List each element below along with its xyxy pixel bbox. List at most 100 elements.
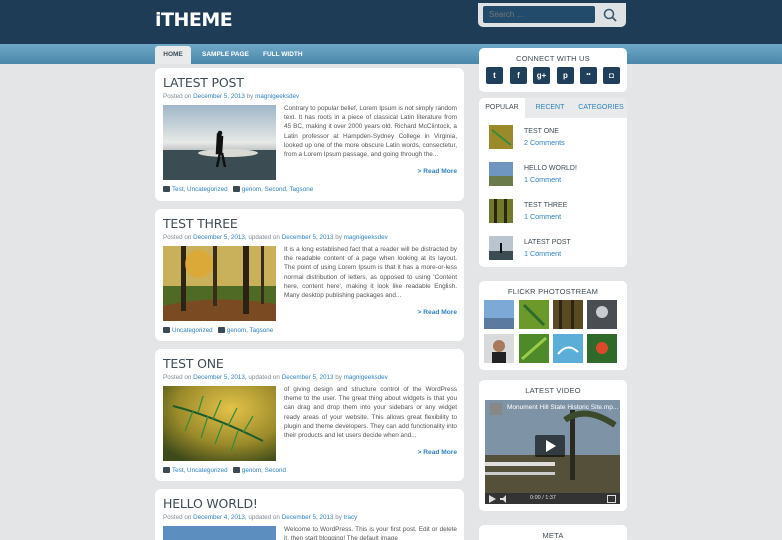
instagram-icon[interactable]: ◘ <box>603 67 620 84</box>
post-tags[interactable]: genom, Second <box>242 467 286 474</box>
flickr-photo[interactable] <box>519 334 549 363</box>
tab-recent[interactable]: RECENT <box>527 98 573 118</box>
popular-item[interactable]: LATEST POST 1 Comment <box>489 236 619 263</box>
post-card: TEST THREE Posted on December 5, 2013, u… <box>155 209 464 341</box>
connect-widget: CONNECT WITH US t f g+ p •• ◘ <box>479 48 627 92</box>
nav-full-width[interactable]: FULL WIDTH <box>263 44 303 64</box>
search-button[interactable] <box>599 5 621 24</box>
post-meta: Posted on December 5, 2013, updated on D… <box>163 374 388 381</box>
post-date[interactable]: December 4, 2013, <box>193 514 247 521</box>
video-controls[interactable]: 0:00 / 1:37 <box>485 493 620 504</box>
popular-title[interactable]: TEST ONE <box>524 128 559 135</box>
video-time: 0:00 / 1:37 <box>530 495 556 501</box>
meta-updated-label: updated on <box>248 234 280 241</box>
post-author[interactable]: magnigeeksdev <box>344 374 388 381</box>
post-title[interactable]: TEST ONE <box>163 356 224 371</box>
post-thumbnail[interactable] <box>163 386 276 461</box>
popular-thumbnail <box>489 162 513 186</box>
popular-title[interactable]: LATEST POST <box>524 239 571 246</box>
popular-comments[interactable]: 2 Comments <box>524 138 565 147</box>
post-meta: Posted on December 4, 2013, updated on D… <box>163 514 357 521</box>
read-more-link[interactable]: > Read More <box>418 309 457 316</box>
meta-widget: META <box>479 525 627 540</box>
post-date[interactable]: December 5, 2013, <box>193 234 247 241</box>
popular-item[interactable]: HELLO WORLD! 1 Comment <box>489 162 619 189</box>
flickr-photo[interactable] <box>553 334 583 363</box>
post-title[interactable]: HELLO WORLD! <box>163 496 258 511</box>
popular-title[interactable]: TEST THREE <box>524 202 567 209</box>
search-icon <box>603 8 617 22</box>
post-card: HELLO WORLD! Posted on December 4, 2013,… <box>155 489 464 540</box>
post-author[interactable]: tracy <box>344 514 358 521</box>
post-title[interactable]: TEST THREE <box>163 216 238 231</box>
post-author[interactable]: magnigeeksdev <box>344 234 388 241</box>
post-excerpt: of giving design and structure control o… <box>284 386 457 440</box>
post-excerpt: It is a long established fact that a rea… <box>284 246 457 300</box>
tabs-widget: POPULAR RECENT CATEGORIES TEST ONE 2 Com… <box>479 98 627 267</box>
read-more-link[interactable]: > Read More <box>418 449 457 456</box>
post-categories[interactable]: Uncategorized <box>172 327 213 334</box>
fullscreen-icon[interactable] <box>607 495 616 503</box>
meta-label: Posted on <box>163 514 192 521</box>
folder-icon <box>163 467 170 473</box>
post-footer: Test, Uncategorized genom, Second, Tagso… <box>163 186 313 193</box>
site-logo[interactable]: iTHEME <box>155 9 233 31</box>
popular-thumbnail <box>489 199 513 223</box>
volume-icon[interactable] <box>500 495 509 503</box>
popular-item[interactable]: TEST THREE 1 Comment <box>489 199 619 226</box>
nav-sample-page[interactable]: SAMPLE PAGE <box>202 44 249 64</box>
widget-title: META <box>542 531 564 540</box>
post-date[interactable]: December 5, 2013 <box>193 93 245 100</box>
folder-icon <box>163 186 170 192</box>
read-more-link[interactable]: > Read More <box>418 168 457 175</box>
post-categories[interactable]: Test, Uncategorized <box>172 186 228 193</box>
post-updated-date[interactable]: December 5, 2013 <box>282 514 334 521</box>
pinterest-icon[interactable]: p <box>557 67 574 84</box>
popular-comments[interactable]: 1 Comment <box>524 212 561 221</box>
flickr-photo[interactable] <box>553 300 583 329</box>
folder-icon <box>163 327 170 333</box>
flickr-photo[interactable] <box>587 300 617 329</box>
post-author[interactable]: magnigeeksdev <box>255 93 299 100</box>
popular-thumbnail <box>489 125 513 149</box>
twitter-icon[interactable]: t <box>486 67 503 84</box>
video-widget: LATEST VIDEO Monument Hill State Histori… <box>479 380 627 511</box>
post-tags[interactable]: genom, Tagsone <box>227 327 273 334</box>
flickr-photo[interactable] <box>519 300 549 329</box>
search-input[interactable] <box>483 6 595 23</box>
flickr-widget: FLICKR PHOTOSTREAM <box>479 281 627 370</box>
play-icon[interactable] <box>489 495 497 503</box>
popular-comments[interactable]: 1 Comment <box>524 249 561 258</box>
video-title[interactable]: Monument Hill State Historic Site.mp... <box>507 404 618 411</box>
meta-updated-label: updated on <box>248 514 280 521</box>
video-player[interactable]: Monument Hill State Historic Site.mp... … <box>485 400 620 504</box>
tab-categories[interactable]: CATEGORIES <box>575 98 627 118</box>
post-card: LATEST POST Posted on December 5, 2013 b… <box>155 68 464 201</box>
tab-popular[interactable]: POPULAR <box>479 98 525 118</box>
facebook-icon[interactable]: f <box>510 67 527 84</box>
post-date[interactable]: December 5, 2013, <box>193 374 247 381</box>
flickr-photo[interactable] <box>484 300 514 329</box>
post-updated-date[interactable]: December 5, 2013 <box>282 234 334 241</box>
post-thumbnail[interactable] <box>163 105 276 180</box>
meta-label: Posted on <box>163 234 192 241</box>
flickr-icon[interactable]: •• <box>580 67 597 84</box>
popular-comments[interactable]: 1 Comment <box>524 175 561 184</box>
popular-item[interactable]: TEST ONE 2 Comments <box>489 125 619 152</box>
post-tags[interactable]: genom, Second, Tagsone <box>242 186 313 193</box>
flickr-photo[interactable] <box>484 334 514 363</box>
post-thumbnail[interactable] <box>163 526 276 540</box>
meta-label: Posted on <box>163 374 192 381</box>
flickr-photo[interactable] <box>587 334 617 363</box>
google-plus-icon[interactable]: g+ <box>533 67 550 84</box>
post-categories[interactable]: Test, Uncategorized <box>172 467 228 474</box>
post-title[interactable]: LATEST POST <box>163 75 244 90</box>
post-updated-date[interactable]: December 5, 2013 <box>282 374 334 381</box>
nav-home[interactable]: HOME <box>155 46 191 64</box>
post-thumbnail[interactable] <box>163 246 276 321</box>
popular-title[interactable]: HELLO WORLD! <box>524 165 577 172</box>
tag-icon <box>232 467 240 473</box>
post-excerpt: Welcome to WordPress. This is your first… <box>284 526 457 540</box>
popular-thumbnail <box>489 236 513 260</box>
tag-icon <box>232 186 240 192</box>
